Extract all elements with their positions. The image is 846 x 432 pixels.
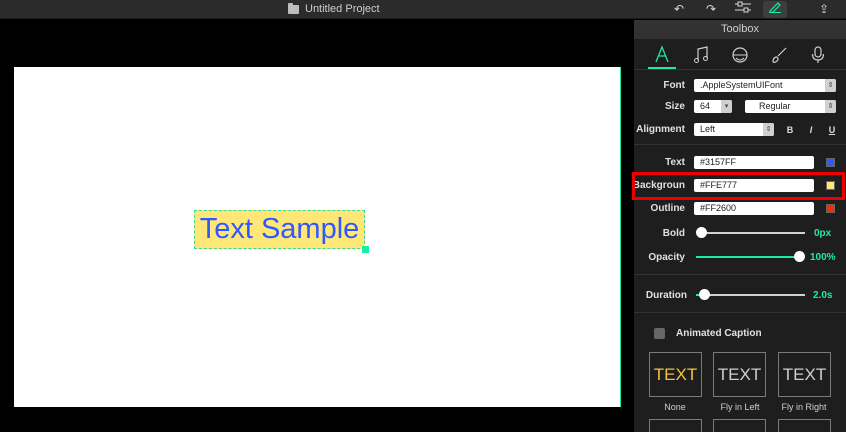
divider <box>634 144 846 145</box>
text-color-field[interactable]: #3157FF <box>694 156 814 169</box>
animation-card[interactable] <box>713 419 766 432</box>
weight-select[interactable]: Regular ⇕ <box>745 100 836 113</box>
animation-none-label: None <box>664 402 686 412</box>
opacity-value: 100% <box>810 252 836 263</box>
duration-value: 2.0s <box>813 290 833 301</box>
tab-voice[interactable] <box>804 41 832 69</box>
text-color-label: Text <box>665 157 685 168</box>
outline-color-field[interactable]: #FF2600 <box>694 202 814 215</box>
app-window: Untitled Project ↶ ↷ ⇪ Text Sample Toolb… <box>0 0 846 432</box>
project-title: Untitled Project <box>305 3 380 15</box>
animation-card[interactable] <box>778 419 831 432</box>
undo-button[interactable]: ↶ <box>667 1 691 18</box>
size-select[interactable]: 64 ▾ <box>694 100 732 113</box>
outline-color-swatch[interactable] <box>826 204 835 213</box>
font-row: Font .AppleSystemUIFont ⇕ <box>634 79 836 92</box>
selection-highlight <box>632 172 845 200</box>
canvas-area: Text Sample <box>0 20 634 432</box>
outline-color-label: Outline <box>650 203 685 214</box>
outline-color-row: Outline #FF2600 <box>634 202 835 215</box>
bold-slider-knob[interactable] <box>696 227 707 238</box>
brush-icon <box>772 47 787 63</box>
animated-caption-label: Animated Caption <box>676 328 762 339</box>
animation-none-card[interactable]: TEXT <box>649 352 702 397</box>
animation-card[interactable] <box>649 419 702 432</box>
italic-button[interactable]: I <box>802 125 820 135</box>
bold-slider-track[interactable] <box>701 232 805 234</box>
tab-text[interactable] <box>647 41 676 69</box>
alignment-select[interactable]: Left ⇕ <box>694 123 774 136</box>
redo-button[interactable]: ↷ <box>699 1 723 18</box>
divider <box>634 312 846 313</box>
font-label: Font <box>663 80 685 91</box>
divider <box>634 274 846 275</box>
alignment-row: Alignment Left ⇕ B I U <box>634 123 841 136</box>
chevron-updown-icon: ⇕ <box>825 79 836 92</box>
opacity-slider-knob[interactable] <box>794 251 805 262</box>
tab-sticker[interactable] <box>726 41 754 69</box>
text-color-swatch[interactable] <box>826 158 835 167</box>
size-label: Size <box>664 101 685 112</box>
chevron-updown-icon: ⇕ <box>763 123 774 136</box>
duration-slider-knob[interactable] <box>699 289 710 300</box>
tabs-divider <box>634 69 846 70</box>
text-sample: Text Sample <box>199 213 360 245</box>
animation-fly-right-label: Fly in Right <box>781 402 827 412</box>
text-overlay[interactable]: Text Sample <box>194 210 369 253</box>
animation-fly-left-label: Fly in Left <box>720 402 760 412</box>
adjust-button[interactable] <box>731 1 755 18</box>
pen-icon <box>769 2 781 14</box>
resize-handle[interactable] <box>362 246 369 253</box>
size-value: 64 <box>700 101 711 111</box>
animated-caption-checkbox[interactable] <box>654 328 665 339</box>
opacity-slider-track[interactable] <box>696 256 800 258</box>
toolbox-tabs <box>634 39 846 69</box>
animated-caption-row: Animated Caption <box>654 328 762 339</box>
text-color-row: Text #3157FF <box>634 156 835 169</box>
duration-slider-track[interactable] <box>706 294 805 296</box>
chevron-updown-icon: ⇕ <box>825 100 836 113</box>
alignment-value: Left <box>700 124 716 134</box>
video-canvas[interactable]: Text Sample <box>14 67 620 407</box>
microphone-icon <box>812 46 825 63</box>
bold-button[interactable]: B <box>781 125 799 135</box>
text-icon <box>654 45 669 63</box>
weight-value: Regular <box>759 101 791 111</box>
underline-button[interactable]: U <box>823 125 841 135</box>
chevron-down-icon: ▾ <box>721 100 732 113</box>
tab-music[interactable] <box>687 41 715 69</box>
window-title: Untitled Project <box>288 2 380 15</box>
share-icon: ⇪ <box>818 2 830 16</box>
canvas-edge <box>620 67 621 407</box>
pen-button[interactable] <box>763 1 787 18</box>
tab-filter[interactable] <box>765 41 793 69</box>
duration-label: Duration <box>645 290 687 301</box>
toolbox-title: Toolbox <box>634 20 846 39</box>
font-value: .AppleSystemUIFont <box>700 80 783 90</box>
undo-icon: ↶ <box>673 2 685 16</box>
bold-label: Bold <box>662 228 685 239</box>
bold-value: 0px <box>814 228 832 239</box>
music-icon <box>693 46 708 63</box>
font-select[interactable]: .AppleSystemUIFont ⇕ <box>694 79 836 92</box>
opacity-label: Opacity <box>648 252 685 263</box>
animation-fly-left-card[interactable]: TEXT <box>713 352 766 397</box>
size-row: Size 64 ▾ Regular ⇕ <box>634 100 836 113</box>
title-bar: Untitled Project ↶ ↷ ⇪ <box>0 0 846 19</box>
animation-fly-right-card[interactable]: TEXT <box>778 352 831 397</box>
alignment-label: Alignment <box>636 124 685 135</box>
share-button[interactable]: ⇪ <box>812 1 836 18</box>
redo-icon: ↷ <box>705 2 717 16</box>
sticker-icon <box>732 47 748 63</box>
adjust-icon <box>735 1 751 13</box>
toolbox-panel: Toolbox Font .AppleSystemUIFont ⇕ Size 6… <box>634 20 846 432</box>
folder-icon <box>288 2 299 14</box>
